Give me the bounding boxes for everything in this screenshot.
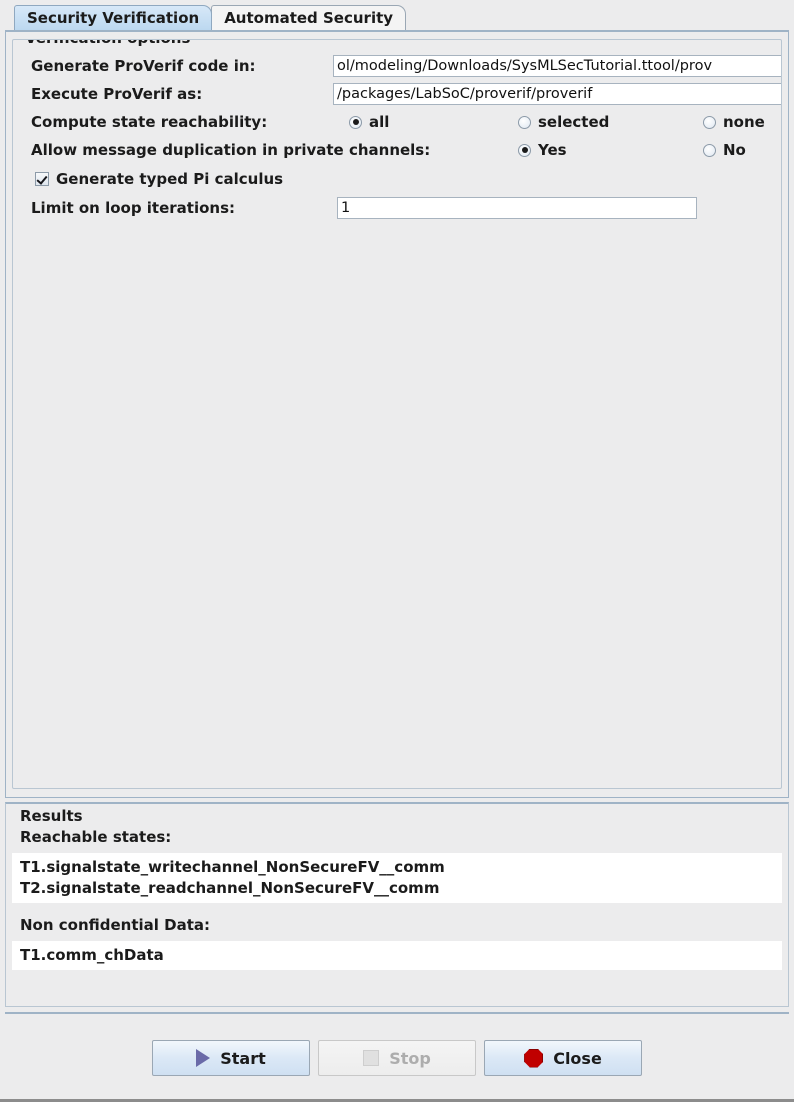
tab-security-verification[interactable]: Security Verification [14, 5, 213, 30]
verification-options-form: Generate ProVerif code in: ol/modeling/D… [13, 40, 781, 222]
checkbox-label: Generate typed Pi calculus [56, 170, 284, 188]
results-content: Reachable states: T1.signalstate_writech… [6, 804, 788, 970]
non-confidential-data-heading: Non confidential Data: [20, 916, 211, 934]
stop-button: Stop [318, 1040, 476, 1076]
list-item: T2.signalstate_readchannel_NonSecureFV__… [20, 879, 440, 897]
radio-button-icon [518, 115, 531, 129]
main-options-panel: Verification options Generate ProVerif c… [5, 30, 789, 798]
play-icon [196, 1049, 211, 1067]
radio-label: selected [538, 113, 610, 131]
row-compute-state-reachability: Compute state reachability: all selected… [13, 108, 781, 136]
close-button[interactable]: Close [484, 1040, 642, 1076]
tab-label: Automated Security [224, 9, 394, 27]
results-panel: Results Reachable states: T1.signalstate… [5, 802, 789, 1007]
execute-proverif-label: Execute ProVerif as: [31, 85, 203, 103]
generate-proverif-code-label: Generate ProVerif code in: [31, 57, 256, 75]
radio-label: Yes [538, 141, 567, 159]
list-item: T1.comm_chData [20, 946, 164, 964]
close-button-label: Close [553, 1048, 602, 1068]
proverif-verification-window: Security Verification Automated Security… [0, 0, 794, 1102]
radio-reachability-all[interactable]: all [349, 113, 389, 131]
radio-button-icon [703, 143, 716, 157]
radio-reachability-none[interactable]: none [703, 113, 765, 131]
list-item: T1.signalstate_writechannel_NonSecureFV_… [20, 858, 445, 876]
start-button-label: Start [220, 1048, 266, 1068]
execute-proverif-input[interactable]: /packages/LabSoC/proverif/proverif [333, 83, 781, 105]
results-title: Results [16, 807, 87, 825]
stop-button-label: Stop [389, 1048, 431, 1068]
tab-label: Security Verification [27, 9, 200, 27]
radio-duplication-no[interactable]: No [703, 141, 746, 159]
non-confidential-data-list: T1.comm_chData [12, 941, 782, 970]
results-spacer [12, 903, 782, 916]
radio-button-icon [518, 143, 531, 157]
row-message-duplication: Allow message duplication in private cha… [13, 136, 781, 164]
compute-state-reachability-label: Compute state reachability: [31, 113, 268, 131]
checkbox-generate-typed-pi-calculus[interactable]: Generate typed Pi calculus [13, 164, 781, 194]
radio-label: all [369, 113, 390, 131]
radio-label: No [723, 141, 746, 159]
radio-label: none [723, 113, 765, 131]
radio-duplication-yes[interactable]: Yes [518, 141, 567, 159]
start-button[interactable]: Start [152, 1040, 310, 1076]
octagon-close-icon [524, 1048, 544, 1068]
tab-automated-security[interactable]: Automated Security [211, 5, 407, 30]
row-execute-proverif: Execute ProVerif as: /packages/LabSoC/pr… [13, 80, 781, 108]
radio-reachability-selected[interactable]: selected [518, 113, 609, 131]
radio-button-icon [703, 115, 716, 129]
dialog-button-bar: Start Stop Close [5, 1012, 789, 1102]
loop-iterations-label: Limit on loop iterations: [31, 199, 236, 217]
reachable-states-list: T1.signalstate_writechannel_NonSecureFV_… [12, 853, 782, 903]
row-loop-iterations: Limit on loop iterations: 1 [13, 194, 781, 222]
message-duplication-label: Allow message duplication in private cha… [31, 141, 431, 159]
verification-options-group: Verification options Generate ProVerif c… [12, 39, 782, 789]
generate-proverif-code-input[interactable]: ol/modeling/Downloads/SysMLSecTutorial.t… [333, 55, 781, 77]
stop-square-icon [363, 1050, 380, 1066]
radio-button-icon [349, 115, 362, 129]
row-generate-proverif-code: Generate ProVerif code in: ol/modeling/D… [13, 52, 781, 80]
checkbox-icon [35, 172, 49, 186]
reachable-states-heading: Reachable states: [20, 828, 172, 846]
tab-strip: Security Verification Automated Security [0, 0, 794, 30]
loop-iterations-input[interactable]: 1 [337, 197, 697, 219]
